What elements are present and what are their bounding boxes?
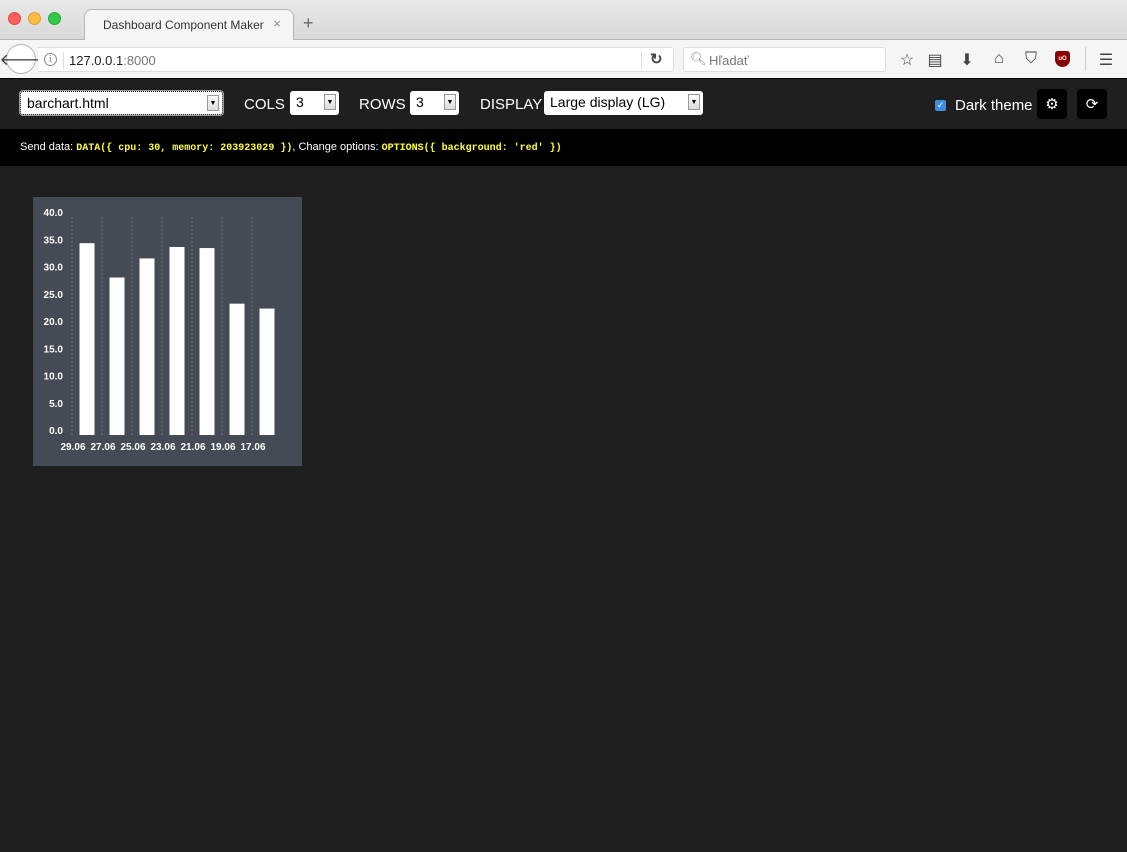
toolbar-separator <box>1085 47 1086 71</box>
change-options-label: , Change options: <box>292 141 382 153</box>
bar-29.06[interactable] <box>79 243 95 435</box>
settings-button[interactable]: ⚙ <box>1037 89 1067 119</box>
x-tick-label: 29.06 <box>60 442 85 453</box>
x-tick-label: 19.06 <box>210 442 235 453</box>
bar-21.06[interactable] <box>199 248 215 435</box>
display-value: Large display (LG) <box>550 94 666 110</box>
send-data-label: Send data: <box>20 141 77 153</box>
star-icon[interactable]: ☆ <box>897 50 917 70</box>
reload-icon[interactable]: ↻ <box>650 50 663 68</box>
bar-25.06[interactable] <box>139 258 155 435</box>
x-tick-label: 17.06 <box>240 442 265 453</box>
download-icon[interactable]: ⬇ <box>957 50 977 70</box>
bar-17.06[interactable] <box>259 308 275 435</box>
display-label: DISPLAY <box>480 96 543 113</box>
x-tick-label: 25.06 <box>120 442 145 453</box>
change-options-code: OPTIONS({ background: 'red' }) <box>381 143 562 154</box>
url-bar[interactable]: i 127.0.0.1:8000 ↻ <box>38 47 674 72</box>
component-file-select[interactable]: barchart.html ▼ <box>19 90 224 116</box>
tab-close-icon[interactable]: × <box>273 16 281 31</box>
back-icon: 🡐 <box>0 51 43 69</box>
bar-23.06[interactable] <box>169 246 185 435</box>
search-bar[interactable]: 🔍︎ Hľadať <box>683 47 886 72</box>
menu-icon[interactable]: ☰ <box>1096 50 1116 70</box>
close-window-button[interactable] <box>8 12 21 25</box>
cols-select[interactable]: 3 ▼ <box>290 91 339 115</box>
refresh-icon: ⟳ <box>1085 96 1099 113</box>
refresh-button[interactable]: ⟳ <box>1077 89 1107 119</box>
bar-19.06[interactable] <box>229 303 245 435</box>
dark-theme-label[interactable]: Dark theme <box>955 97 1033 114</box>
y-tick-label: 0.0 <box>49 426 63 437</box>
chevron-down-icon: ▼ <box>207 95 219 111</box>
y-tick-label: 15.0 <box>44 344 64 355</box>
component-file-value: barchart.html <box>27 95 109 111</box>
browser-titlebar: Dashboard Component Maker × + <box>0 0 1127 41</box>
url-separator <box>63 52 64 69</box>
url-port: :8000 <box>123 53 156 68</box>
cols-value: 3 <box>296 94 304 110</box>
x-tick-label: 23.06 <box>150 442 175 453</box>
search-input[interactable]: Hľadať <box>709 53 749 68</box>
minimize-window-button[interactable] <box>28 12 41 25</box>
y-tick-label: 20.0 <box>44 317 64 328</box>
x-tick-label: 27.06 <box>90 442 115 453</box>
tab-title: Dashboard Component Maker <box>103 18 264 32</box>
url-separator <box>641 52 642 69</box>
chevron-down-icon: ▼ <box>688 94 700 110</box>
y-tick-label: 5.0 <box>49 399 63 410</box>
cols-label: COLS <box>244 96 285 113</box>
y-tick-label: 30.0 <box>44 263 64 274</box>
home-icon[interactable]: ⌂ <box>989 50 1009 68</box>
barchart-widget: 0.0 5.0 10.0 15.0 20.0 25.0 30.0 35.0 40.0 29.06 2… <box>33 197 302 466</box>
search-icon: 🔍︎ <box>690 51 707 66</box>
back-button[interactable]: 🡐 <box>0 44 42 74</box>
y-tick-label: 35.0 <box>44 235 64 246</box>
y-tick-label: 40.0 <box>44 208 64 219</box>
url-text[interactable]: 127.0.0.1:8000 <box>69 53 156 68</box>
send-data-code: DATA({ cpu: 30, memory: 203923029 }) <box>76 143 293 154</box>
gear-icon: ⚙ <box>1045 96 1059 113</box>
app-toolbar: barchart.html ▼ COLS 3 ▼ ROWS 3 ▼ DISPLA… <box>0 80 1127 129</box>
info-icon[interactable]: i <box>44 53 57 66</box>
reading-list-icon[interactable]: ▤ <box>925 50 945 70</box>
browser-navbar: 🡐 i 127.0.0.1:8000 ↻ 🔍︎ Hľadať ☆ ▤ ⬇ ⌂ ⛉… <box>0 40 1127 79</box>
ublock-icon[interactable]: uO <box>1055 51 1070 67</box>
url-host: 127.0.0.1 <box>69 53 124 68</box>
browser-tab[interactable]: Dashboard Component Maker × <box>84 9 294 41</box>
bar-27.06[interactable] <box>109 277 125 435</box>
help-infobar: Send data: DATA({ cpu: 30, memory: 20392… <box>0 129 1127 166</box>
new-tab-button[interactable]: + <box>303 13 314 34</box>
y-tick-label: 10.0 <box>44 372 64 383</box>
bar-chart: 0.0 5.0 10.0 15.0 20.0 25.0 30.0 35.0 40.0 29.06 2… <box>44 208 275 453</box>
chevron-down-icon: ▼ <box>324 94 336 110</box>
chevron-down-icon: ▼ <box>444 94 456 110</box>
rows-select[interactable]: 3 ▼ <box>410 91 459 115</box>
rows-value: 3 <box>416 94 424 110</box>
x-tick-label: 21.06 <box>180 442 205 453</box>
maximize-window-button[interactable] <box>48 12 61 25</box>
display-select[interactable]: Large display (LG) ▼ <box>544 91 703 115</box>
pocket-icon[interactable]: ⛉ <box>1021 50 1041 68</box>
dark-theme-checkbox[interactable]: ✓ <box>935 100 946 111</box>
rows-label: ROWS <box>359 96 406 113</box>
y-tick-label: 25.0 <box>44 290 64 301</box>
